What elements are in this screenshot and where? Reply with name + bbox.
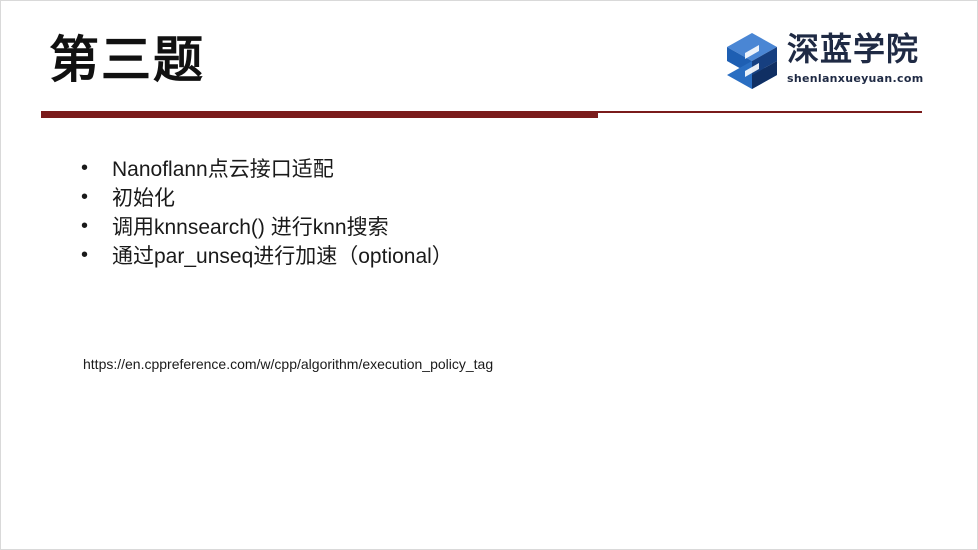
slide: 第三题 深蓝学院 shenlanxueyuan.com • Nanoflann点… bbox=[0, 0, 978, 550]
list-item: • Nanoflann点云接口适配 bbox=[81, 153, 453, 182]
shenlan-logo-icon bbox=[727, 33, 777, 89]
brand-logo: 深蓝学院 shenlanxueyuan.com bbox=[723, 31, 933, 93]
title-divider-thick bbox=[41, 111, 598, 118]
logo-text-en: shenlanxueyuan.com bbox=[787, 72, 924, 85]
list-item: • 调用knnsearch() 进行knn搜索 bbox=[81, 211, 453, 240]
bullet-dot: • bbox=[81, 243, 89, 266]
list-item: • 通过par_unseq进行加速（optional） bbox=[81, 240, 453, 269]
reference-link[interactable]: https://en.cppreference.com/w/cpp/algori… bbox=[83, 356, 493, 372]
bullet-dot: • bbox=[81, 214, 89, 237]
bullet-dot: • bbox=[81, 156, 89, 179]
logo-text-cn: 深蓝学院 bbox=[787, 30, 920, 68]
list-item: • 初始化 bbox=[81, 182, 453, 211]
bullet-text: 调用knnsearch() 进行knn搜索 bbox=[112, 215, 389, 239]
bullet-text: 初始化 bbox=[112, 186, 175, 210]
bullet-text: Nanoflann点云接口适配 bbox=[112, 157, 334, 181]
bullet-list: • Nanoflann点云接口适配 • 初始化 • 调用knnsearch() … bbox=[81, 153, 453, 269]
slide-title: 第三题 bbox=[49, 31, 205, 89]
bullet-text: 通过par_unseq进行加速（optional） bbox=[112, 244, 453, 268]
bullet-dot: • bbox=[81, 185, 89, 208]
title-divider-thin bbox=[598, 111, 922, 113]
